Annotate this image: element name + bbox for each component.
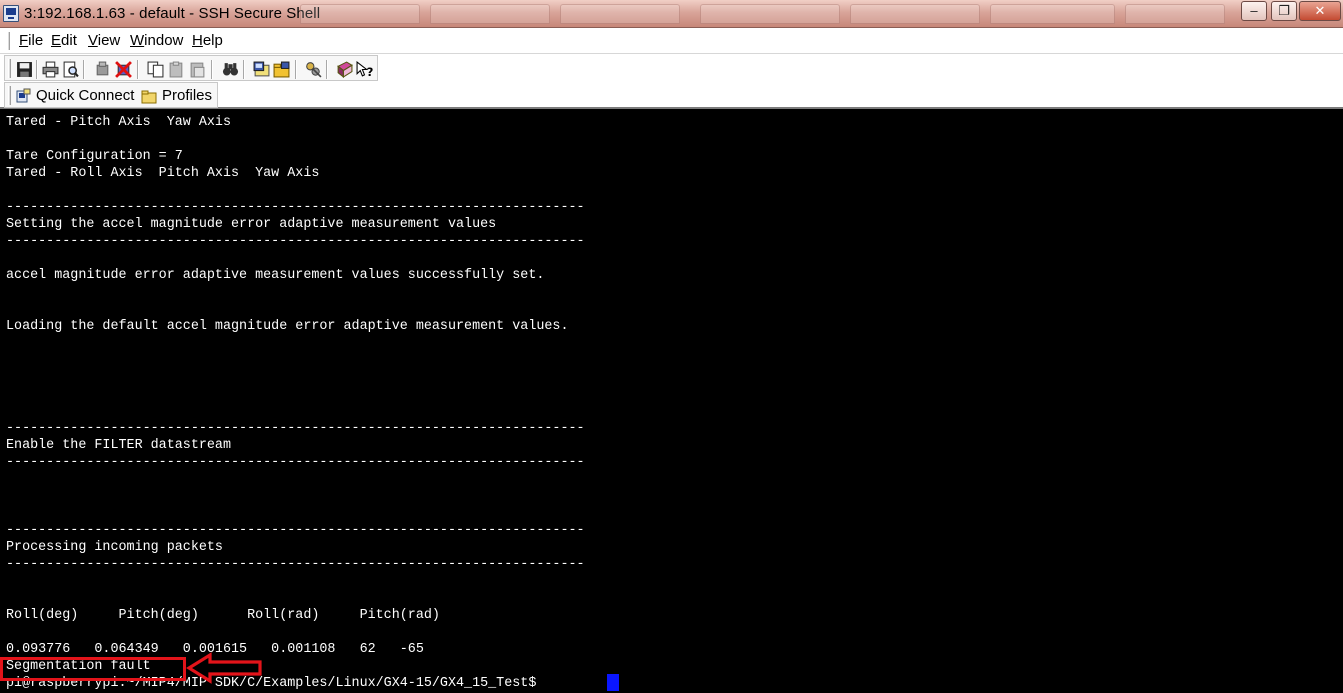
background-taskbar-tab [560, 4, 680, 24]
help-book-icon[interactable] [336, 61, 353, 78]
terminal-line: accel magnitude error adaptive measureme… [6, 268, 545, 283]
terminal-line: Roll(deg) Pitch(deg) Roll(rad) Pitch(rad… [6, 608, 440, 623]
terminal-line: Tared - Pitch Axis Yaw Axis [6, 115, 231, 130]
background-taskbar-tab [850, 4, 980, 24]
terminal-cursor [607, 674, 619, 691]
terminal-line: ----------------------------------------… [6, 200, 585, 215]
terminal-line: Setting the accel magnitude error adapti… [6, 217, 497, 232]
terminal-line: ----------------------------------------… [6, 421, 585, 436]
terminal-area[interactable]: Tared - Pitch Axis Yaw Axis Tare Configu… [0, 111, 1343, 693]
terminal-line: ----------------------------------------… [6, 523, 585, 538]
toolbar-group: ? [4, 55, 378, 81]
profiles-grip[interactable] [8, 86, 11, 105]
profiles-label: Profiles [162, 87, 213, 104]
toolbar-grip[interactable] [8, 59, 11, 78]
profiles-bar: Quick Connect Profiles [0, 81, 1343, 109]
menu-view[interactable]: View [88, 32, 120, 49]
menu-bar: File Edit View Window Help [0, 28, 1343, 54]
background-taskbar-tab [990, 4, 1115, 24]
terminal-line: Tare Configuration = 7 [6, 149, 183, 164]
menu-help[interactable]: Help [192, 32, 223, 49]
terminal-line: Tared - Roll Axis Pitch Axis Yaw Axis [6, 166, 320, 181]
annotation-highlight-box [0, 657, 186, 681]
folder-icon [141, 90, 157, 103]
background-taskbar-tab [1125, 4, 1225, 24]
maximize-button[interactable]: ❐ [1271, 1, 1297, 21]
find-icon[interactable] [222, 61, 239, 78]
annotation-arrow-icon [186, 652, 262, 684]
context-help-icon[interactable]: ? [356, 61, 373, 78]
connect-icon[interactable] [94, 61, 111, 78]
disconnect-icon[interactable] [115, 61, 132, 78]
toolbar-separator [36, 60, 38, 79]
toolbar-separator [295, 60, 297, 79]
menu-window[interactable]: Window [130, 32, 183, 49]
terminal-line: ----------------------------------------… [6, 455, 585, 470]
profiles-button[interactable]: Profiles [141, 85, 212, 106]
file-transfer-icon[interactable] [273, 61, 290, 78]
print-preview-icon[interactable] [62, 61, 79, 78]
toolbar-separator [243, 60, 245, 79]
quick-connect-icon [16, 88, 31, 102]
terminal-line: ----------------------------------------… [6, 234, 585, 249]
background-taskbar-tab [300, 4, 420, 24]
paste-alt-icon[interactable] [189, 61, 206, 78]
terminal-line: Enable the FILTER datastream [6, 438, 231, 453]
close-button[interactable]: ✕ [1299, 1, 1341, 21]
ssh-client-window: 3:192.168.1.63 - default - SSH Secure Sh… [0, 0, 1343, 693]
title-bar[interactable]: 3:192.168.1.63 - default - SSH Secure Sh… [0, 0, 1343, 28]
window-title: 3:192.168.1.63 - default - SSH Secure Sh… [24, 5, 321, 22]
toolbar-separator [326, 60, 328, 79]
settings-icon[interactable] [253, 61, 270, 78]
menu-file[interactable]: File [19, 32, 43, 49]
save-icon[interactable] [16, 61, 33, 78]
background-taskbar-tab [700, 4, 840, 24]
keys-icon[interactable] [305, 61, 322, 78]
terminal-line: Loading the default accel magnitude erro… [6, 319, 569, 334]
quick-connect-button[interactable]: Quick Connect [15, 85, 134, 106]
copy-icon[interactable] [147, 61, 164, 78]
ssh-app-icon[interactable] [3, 5, 19, 22]
toolbar-separator [211, 60, 213, 79]
toolbar-separator [83, 60, 85, 79]
paste-icon[interactable] [168, 61, 185, 78]
terminal-line: ----------------------------------------… [6, 557, 585, 572]
terminal-line: Processing incoming packets [6, 540, 223, 555]
quick-connect-label: Quick Connect [36, 87, 135, 104]
menubar-grip[interactable] [7, 32, 10, 50]
menu-edit[interactable]: Edit [51, 32, 77, 49]
profiles-group: Quick Connect Profiles [4, 82, 218, 108]
print-icon[interactable] [42, 61, 59, 78]
toolbar: ? [0, 54, 1343, 81]
toolbar-separator [137, 60, 139, 79]
minimize-button[interactable]: – [1241, 1, 1267, 21]
background-taskbar-tab [430, 4, 550, 24]
svg-text:?: ? [367, 65, 373, 78]
